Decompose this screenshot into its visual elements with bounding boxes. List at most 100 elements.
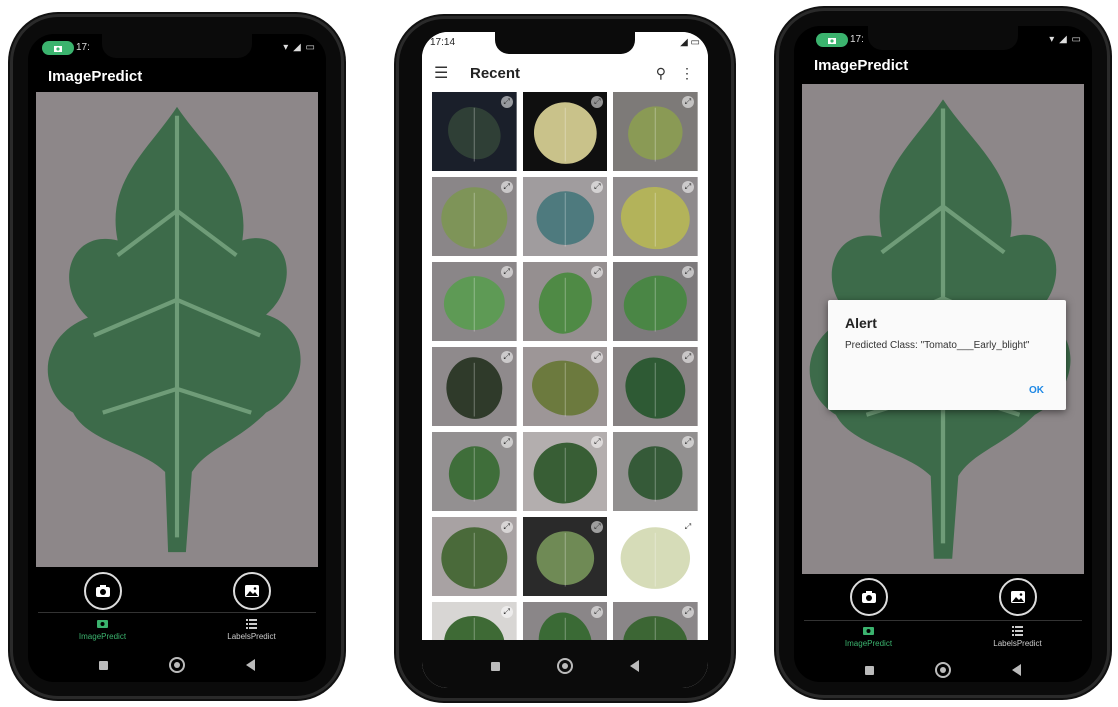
home-button[interactable] [168,657,185,673]
expand-icon[interactable]: ⤢ [500,181,513,193]
thumbnail-grid: ⤢ ⤢ ⤢ ⤢ ⤢ ⤢ ⤢ ⤢ ⤢ ⤢ ⤢ ⤢ ⤢ ⤢ ⤢ ⤢ ⤢ ⤢ ⤢ ⤢ ⤢ [432,92,698,681]
expand-icon[interactable]: ⤢ [500,266,513,278]
gallery-thumbnail[interactable]: ⤢ [522,177,608,256]
notch [868,26,1018,50]
list-icon [246,619,257,629]
more-icon[interactable]: ⋮ [680,65,694,82]
tab-labelspredict[interactable]: LabelsPredict [963,624,1073,648]
tab-imagepredict[interactable]: ImagePredict [48,617,158,641]
expand-icon[interactable]: ⤢ [681,436,694,448]
back-button[interactable] [630,660,640,672]
status-time: 17:14 [430,37,456,48]
expand-icon[interactable]: ⤢ [500,96,513,108]
search-icon[interactable]: ⚲ [656,65,666,82]
camera-button[interactable] [83,572,122,610]
gallery-toolbar: ☰ Recent ⚲ ⋮ [422,56,708,90]
gallery-thumbnail[interactable]: ⤢ [613,517,698,596]
leaf-photo [36,92,318,567]
status-icons: ◢ ▭ [680,37,700,48]
tab-label: ImagePredict [78,632,127,641]
system-nav [28,657,326,673]
divider [38,612,316,613]
bottom-nav: ImagePredict LabelsPredict [794,624,1092,648]
status-icons: ▾ ◢ ▭ [283,42,316,53]
camera-indicator-icon [816,33,848,47]
screen-left: 17: ▾ ◢ ▭ ImagePredict ImagePredict Labe… [28,34,326,682]
gallery-thumbnail[interactable]: ⤢ [522,517,608,596]
recents-button[interactable] [98,660,108,670]
camera-icon [863,627,874,635]
alert-title: Alert [845,315,877,331]
tab-label: LabelsPredict [227,632,276,641]
app-title: ImagePredict [48,68,143,85]
gallery-thumbnail[interactable]: ⤢ [522,347,608,426]
phone-right: 17: ▾ ◢ ▭ ImagePredict Alert Predicted C… [776,8,1110,698]
system-nav [422,658,708,674]
expand-icon[interactable]: ⤢ [500,521,513,533]
screen-middle: 17:14 ◢ ▭ ☰ Recent ⚲ ⋮ ⤢ ⤢ ⤢ ⤢ ⤢ ⤢ ⤢ ⤢ ⤢ ⤢ ⤢ ⤢ ⤢ ⤢ ⤢ ⤢ ⤢… [422,32,708,688]
camera-indicator-icon [42,41,74,55]
system-nav-bar [422,640,708,688]
back-button[interactable] [1012,664,1022,676]
recents-button[interactable] [490,661,500,671]
gallery-thumbnail[interactable]: ⤢ [613,347,698,426]
phone-middle: 17:14 ◢ ▭ ☰ Recent ⚲ ⋮ ⤢ ⤢ ⤢ ⤢ ⤢ ⤢ ⤢ ⤢ ⤢ ⤢ ⤢ ⤢ ⤢ ⤢ ⤢ ⤢ ⤢… [396,16,734,701]
gallery-thumbnail[interactable]: ⤢ [613,92,698,171]
system-nav [794,662,1092,678]
gallery-thumbnail[interactable]: ⤢ [432,177,517,256]
image-icon [1010,591,1025,603]
gallery-thumbnail[interactable]: ⤢ [432,347,517,426]
expand-icon[interactable]: ⤢ [681,96,694,108]
back-button[interactable] [246,659,256,671]
camera-button[interactable] [849,578,888,616]
tab-label: ImagePredict [844,639,893,648]
app-title: ImagePredict [814,57,909,74]
gallery-thumbnail[interactable]: ⤢ [432,432,517,511]
status-bar: 17: ▾ ◢ ▭ [28,34,326,64]
list-icon [1012,626,1023,636]
notch [495,32,635,54]
expand-icon[interactable]: ⤢ [681,266,694,278]
recents-button[interactable] [864,665,874,675]
gallery-thumbnail[interactable]: ⤢ [522,262,608,341]
status-time: 17: [850,34,864,45]
menu-icon[interactable]: ☰ [434,63,460,83]
gallery-thumbnail[interactable]: ⤢ [432,517,517,596]
expand-icon[interactable]: ⤢ [681,181,694,193]
gallery-thumbnail[interactable]: ⤢ [432,92,517,171]
tab-labelspredict[interactable]: LabelsPredict [197,617,307,641]
gallery-button[interactable] [998,578,1037,616]
alert-dialog: Alert Predicted Class: "Tomato___Early_b… [828,300,1066,410]
ok-button[interactable]: OK [1029,385,1044,396]
gallery-thumbnail[interactable]: ⤢ [522,92,608,171]
gallery-thumbnail[interactable]: ⤢ [613,432,698,511]
home-button[interactable] [934,662,951,678]
camera-icon [97,620,108,628]
gallery-thumbnail[interactable]: ⤢ [522,432,608,511]
tab-imagepredict[interactable]: ImagePredict [814,624,924,648]
bottom-nav: ImagePredict LabelsPredict [28,617,326,641]
gallery-title: Recent [470,64,521,82]
expand-icon[interactable]: ⤢ [681,521,694,533]
alert-message: Predicted Class: "Tomato___Early_blight" [845,340,1030,351]
expand-icon[interactable]: ⤢ [681,606,694,618]
gallery-thumbnail[interactable]: ⤢ [432,262,517,341]
action-bar [28,572,326,610]
status-bar: 17:14 ◢ ▭ [422,32,708,56]
status-bar: 17: ▾ ◢ ▭ [794,26,1092,56]
notch [102,34,252,58]
phone-left: 17: ▾ ◢ ▭ ImagePredict ImagePredict Labe… [10,14,344,699]
gallery-button[interactable] [232,572,271,610]
camera-icon [95,585,110,597]
expand-icon[interactable]: ⤢ [500,351,513,363]
expand-icon[interactable]: ⤢ [681,351,694,363]
action-bar [794,578,1092,616]
home-button[interactable] [556,658,573,674]
image-icon [244,585,259,597]
gallery-thumbnail[interactable]: ⤢ [613,177,698,256]
gallery-thumbnail[interactable]: ⤢ [613,262,698,341]
expand-icon[interactable]: ⤢ [500,606,513,618]
divider [804,620,1082,621]
expand-icon[interactable]: ⤢ [500,436,513,448]
status-icons: ▾ ◢ ▭ [1049,34,1082,45]
